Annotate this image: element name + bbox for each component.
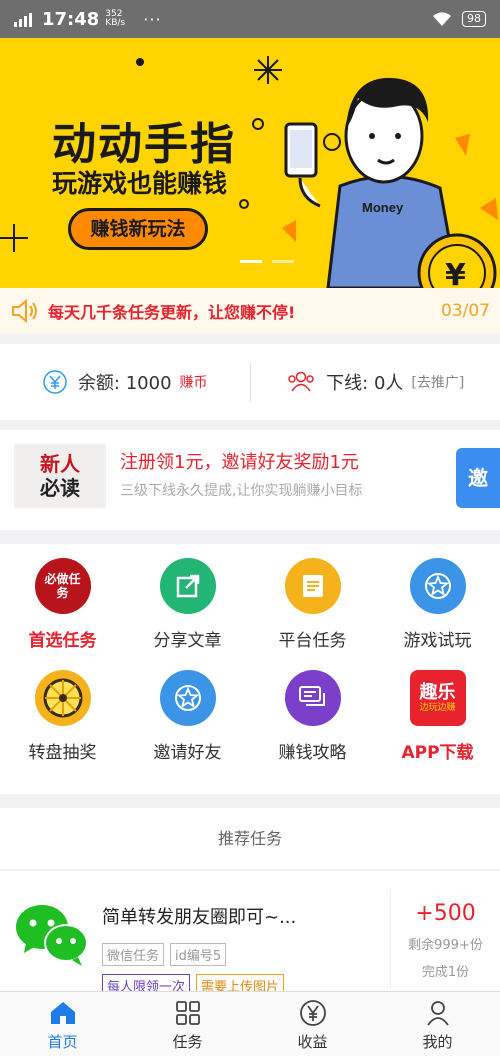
newbie-subtitle: 三级下线永久提成,让你实现躺赚小目标 <box>120 483 363 499</box>
recommended-heading: 推荐任务 <box>0 808 500 870</box>
grid-label: 首选任务 <box>28 631 97 651</box>
coin-symbol: ¥ <box>445 258 466 288</box>
bottom-tab-bar: 首页 任务 收益 我的 <box>0 991 500 1056</box>
grid-item-app-download[interactable]: 趣乐 边玩边赚 APP下载 <box>375 670 500 782</box>
chat-icon <box>284 670 341 726</box>
status-bar: 17:48 352 KB/s ··· 98 <box>0 0 500 38</box>
banner-title: 动动手指 <box>52 119 236 170</box>
downline-item[interactable]: 下线: 0人 [去推广] <box>251 369 500 395</box>
task-title: 简单转发朋友圈即可~... <box>102 907 297 928</box>
task-tag: 微信任务 <box>102 943 165 966</box>
task-completed: 完成1份 <box>421 965 470 980</box>
promo-banner[interactable]: Money ¥ 动动手指 玩游戏也能赚钱 赚钱新玩法 <box>0 38 500 288</box>
grid-item-game-trial[interactable]: 游戏试玩 <box>375 558 500 670</box>
newbie-title: 注册领1元，邀请好友奖励1元 <box>120 452 359 473</box>
share-icon <box>159 558 216 614</box>
user-icon <box>423 998 453 1028</box>
grid-item-lucky-wheel[interactable]: 转盘抽奖 <box>0 670 125 782</box>
more-dots: ··· <box>143 9 162 29</box>
newbie-badge: 新人 必读 <box>14 444 106 508</box>
grid-label: 分享文章 <box>153 631 222 651</box>
task-remaining: 剩余999+份 <box>408 938 483 953</box>
status-time: 17:48 <box>42 8 100 30</box>
banner-dot-1[interactable] <box>240 260 262 263</box>
banner-subtitle: 玩游戏也能赚钱 <box>52 169 228 198</box>
grid-item-share-article[interactable]: 分享文章 <box>125 558 250 670</box>
wifi-icon <box>433 12 451 26</box>
grid-label: 邀请好友 <box>153 743 222 763</box>
grid-icon <box>173 998 203 1028</box>
grid-label: 赚钱攻略 <box>278 743 347 763</box>
tab-label: 收益 <box>297 1033 328 1051</box>
notice-text: 每天几千条任务更新，让您赚不停! <box>48 303 296 322</box>
grid-item-invite-friends[interactable]: 邀请好友 <box>125 670 250 782</box>
tab-home[interactable]: 首页 <box>0 992 125 1056</box>
battery-indicator: 98 <box>462 11 486 27</box>
task-reward: +500 剩余999+份 完成1份 <box>390 889 500 989</box>
newbie-guide-card[interactable]: 新人 必读 注册领1元，邀请好友奖励1元 三级下线永久提成,让你实现躺赚小目标 邀 <box>0 430 500 530</box>
task-card[interactable]: 简单转发朋友圈即可~... 微信任务 id编号5 每人限领一次 需要上传图片 +… <box>0 871 500 997</box>
invite-tag[interactable]: 邀 <box>456 448 500 508</box>
task-tags: 微信任务 id编号5 <box>102 943 227 966</box>
grid-item-platform-task[interactable]: 平台任务 <box>250 558 375 670</box>
tab-label: 任务 <box>172 1033 203 1051</box>
speaker-icon <box>12 299 37 323</box>
notice-counter: 03/07 <box>441 301 490 321</box>
star-badge-icon <box>159 670 216 726</box>
seal-icon: 必做任务 <box>34 558 91 614</box>
yen-circle-icon <box>298 998 328 1028</box>
banner-pagination[interactable] <box>240 260 294 263</box>
grid-item-preferred-task[interactable]: 必做任务 首选任务 <box>0 558 125 670</box>
grid-label: 平台任务 <box>278 631 347 651</box>
tab-earnings[interactable]: 收益 <box>250 992 375 1056</box>
grid-label: 游戏试玩 <box>403 631 472 651</box>
task-tag: id编号5 <box>170 943 227 966</box>
wheel-icon <box>34 670 91 726</box>
grid-item-earning-guide[interactable]: 赚钱攻略 <box>250 670 375 782</box>
document-icon <box>284 558 341 614</box>
account-summary: 余额: 1000 赚币 下线: 0人 [去推广] <box>0 334 500 420</box>
network-speed: 352 KB/s <box>105 9 126 28</box>
balance-unit: 赚币 <box>179 375 208 391</box>
feature-grid: 必做任务 首选任务 分享文章 平台任务 游戏试玩 转盘抽奖 邀请好友 赚钱攻略 … <box>0 544 500 794</box>
grid-label: 转盘抽奖 <box>28 743 97 763</box>
tab-label: 我的 <box>422 1033 453 1051</box>
app-logo-icon: 趣乐 边玩边赚 <box>409 670 466 726</box>
banner-dot-2[interactable] <box>272 260 294 263</box>
banner-cta-button[interactable]: 赚钱新玩法 <box>68 208 208 250</box>
notice-bar[interactable]: 每天几千条任务更新，让您赚不停! 03/07 <box>0 288 500 334</box>
wechat-icon <box>16 905 88 966</box>
grid-label: APP下载 <box>401 743 474 763</box>
users-icon <box>288 371 314 392</box>
balance-item[interactable]: 余额: 1000 赚币 <box>0 369 250 395</box>
task-price: +500 <box>415 901 476 926</box>
balance-label: 余额: 1000 <box>77 373 172 394</box>
star-badge-icon <box>409 558 466 614</box>
tab-tasks[interactable]: 任务 <box>125 992 250 1056</box>
downline-label: 下线: 0人 <box>326 373 404 394</box>
signal-icon <box>14 11 36 27</box>
shirt-text: Money <box>362 200 404 215</box>
tab-label: 首页 <box>47 1033 78 1051</box>
promote-link[interactable]: [去推广] <box>411 372 464 392</box>
yen-circle-icon <box>43 370 67 394</box>
home-icon <box>48 998 78 1028</box>
tab-profile[interactable]: 我的 <box>375 992 500 1056</box>
